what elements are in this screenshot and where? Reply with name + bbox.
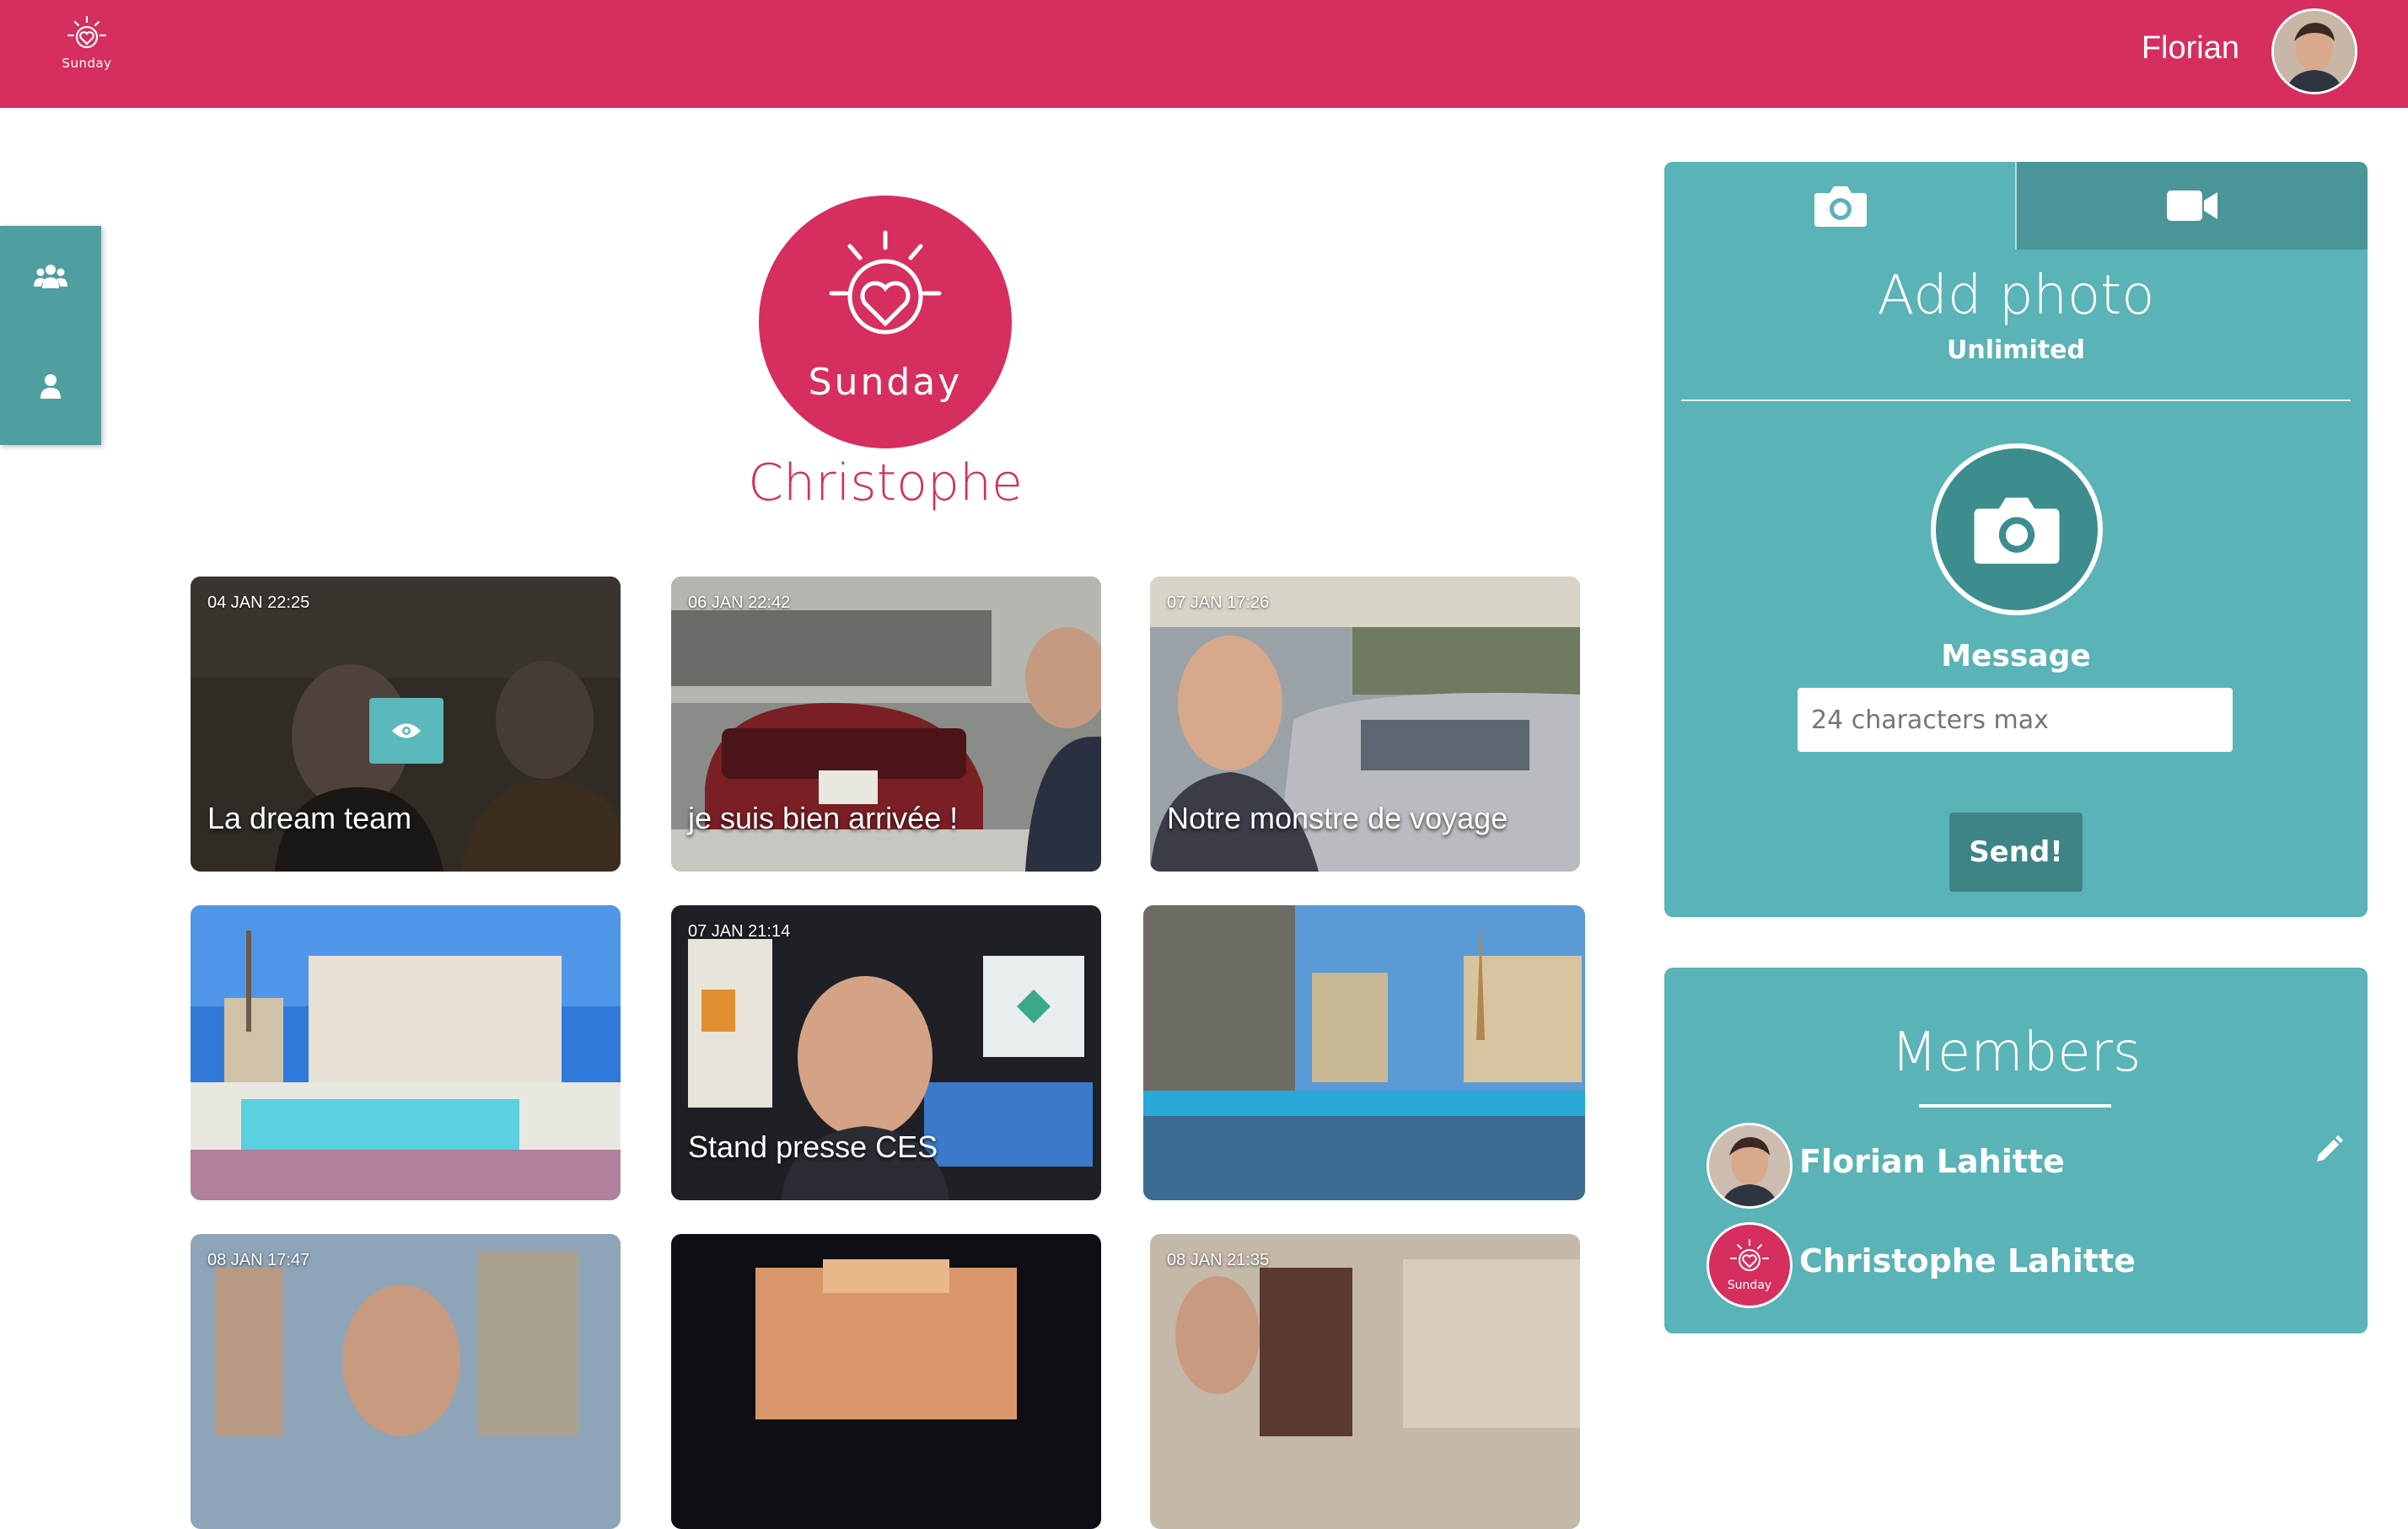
photo-caption: Stand presse CES [688, 1129, 938, 1164]
camera-icon [1814, 186, 1867, 227]
photo-date: 04 JAN 22:25 [207, 593, 310, 612]
photo-card[interactable] [191, 905, 621, 1200]
member-name: Christophe Lahitte [1799, 1242, 2136, 1280]
photo-date: 08 JAN 17:47 [207, 1251, 310, 1269]
app-logo[interactable]: Sunday [57, 15, 116, 83]
upload-photo-button[interactable] [1931, 443, 2103, 615]
app-logo-text: Sunday [62, 56, 112, 71]
photo-card[interactable]: 07 JAN 17:26 Notre monstre de voyage [1150, 577, 1580, 872]
add-photo-panel: Add photo Unlimited Message Send! [1664, 162, 2368, 917]
sunday-logo-icon [829, 230, 942, 335]
eye-icon [392, 723, 421, 738]
photo-card[interactable]: 07 JAN 21:14 Stand presse CES [671, 905, 1101, 1200]
photo-caption: La dream team [207, 801, 412, 835]
group-icon [34, 265, 67, 288]
send-button[interactable]: Send! [1949, 813, 2083, 892]
pencil-icon [2317, 1135, 2343, 1162]
photo-caption: Notre monstre de voyage [1167, 801, 1508, 835]
current-user-name[interactable]: Florian [2142, 30, 2239, 67]
top-bar: Sunday Florian [0, 0, 2408, 108]
groups-button[interactable] [0, 226, 101, 327]
photo-card[interactable] [1143, 905, 1585, 1200]
panel-divider [1681, 400, 2351, 401]
profile-logo: Sunday [759, 196, 1012, 448]
photo-date: 07 JAN 17:26 [1167, 593, 1270, 612]
edit-member-button[interactable] [2314, 1135, 2347, 1168]
photo-card[interactable]: 08 JAN 17:47 [191, 1234, 621, 1529]
profile-logo-text: Sunday [808, 361, 963, 404]
video-camera-icon [2166, 190, 2217, 221]
add-photo-subtitle: Unlimited [1947, 335, 2085, 365]
sunday-logo-icon [1730, 1239, 1769, 1271]
photo-date: 08 JAN 21:35 [1167, 1251, 1270, 1269]
photo-date: 06 JAN 22:42 [688, 593, 791, 612]
members-title: Members [1890, 1022, 2142, 1084]
tab-divider [2015, 162, 2017, 249]
members-panel: Members Florian Lahitte Sunday Christoph… [1664, 968, 2368, 1333]
photo-caption: je suis bien arrivée ! [688, 801, 959, 835]
camera-icon [1974, 497, 2060, 564]
photo-card[interactable]: 06 JAN 22:42 je suis bien arrivée ! [671, 577, 1101, 872]
profile-name: Christophe [748, 453, 1023, 512]
member-item[interactable]: Florian Lahitte [1707, 1123, 2347, 1209]
view-photo-button[interactable] [369, 698, 443, 764]
photo-card[interactable]: 08 JAN 21:35 [1150, 1234, 1580, 1529]
member-avatar [1707, 1123, 1793, 1209]
user-icon [40, 374, 61, 399]
members-underline [1919, 1104, 2111, 1108]
message-label: Message [1941, 639, 2091, 673]
photo-card[interactable] [671, 1234, 1101, 1529]
side-dock [0, 226, 101, 445]
member-avatar-text: Sunday [1727, 1279, 1772, 1292]
photo-date: 07 JAN 21:14 [688, 922, 791, 941]
tab-video[interactable] [2016, 162, 2368, 249]
tab-photo[interactable] [1664, 162, 2016, 249]
member-name: Florian Lahitte [1799, 1143, 2065, 1180]
message-input[interactable] [1798, 688, 2233, 752]
sunday-logo-icon [67, 15, 107, 49]
add-photo-title: Add photo [1877, 265, 2155, 327]
member-item[interactable]: Sunday Christophe Lahitte [1707, 1222, 2347, 1308]
profile-button[interactable] [0, 335, 101, 437]
member-avatar: Sunday [1707, 1222, 1793, 1308]
current-user-avatar[interactable] [2271, 8, 2357, 94]
photo-card[interactable]: 04 JAN 22:25 La dream team [191, 577, 621, 872]
